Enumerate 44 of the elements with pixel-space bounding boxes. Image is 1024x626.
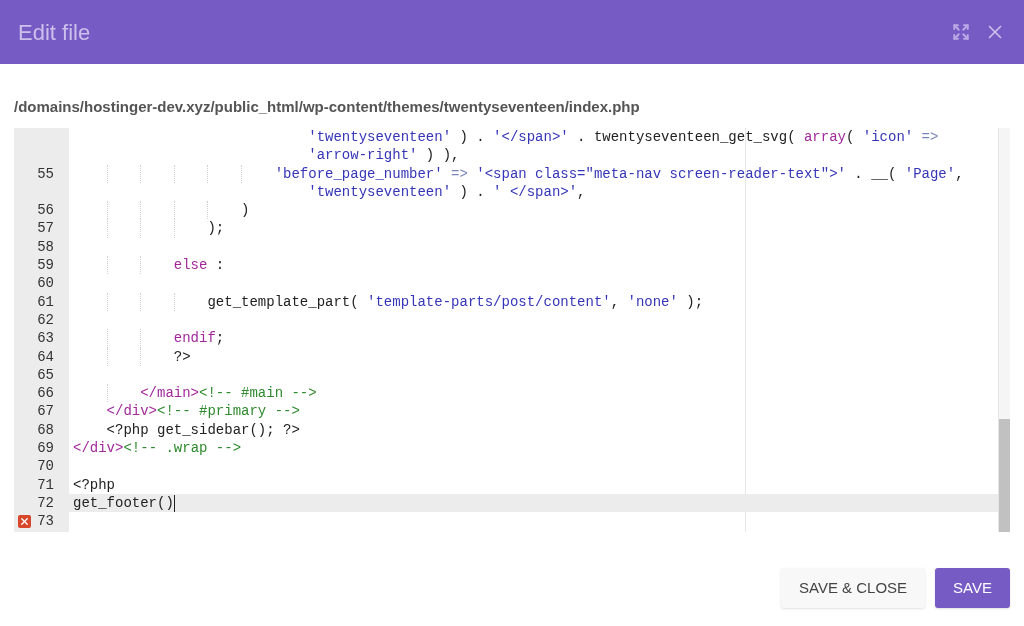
code-text: get_footer()	[73, 494, 174, 511]
line-number: 60	[37, 274, 54, 293]
scrollbar-track[interactable]	[998, 128, 1010, 532]
code-text: else :	[172, 257, 225, 274]
line-number: 66	[37, 384, 54, 403]
code-text: endif;	[172, 330, 225, 347]
scrollbar-thumb[interactable]	[999, 419, 1010, 532]
code-text: 'before_page_number' => '<span class="meta-nav screen-reader-text">' . __( 'Page',	[273, 165, 964, 182]
line-number: 63	[37, 329, 54, 348]
line-number: 67	[37, 402, 54, 421]
code-text: );	[206, 220, 225, 237]
file-path: /domains/hostinger-dev.xyz/public_html/wp-content/themes/twentyseventeen/index.php	[14, 97, 641, 117]
line-number: 68	[37, 420, 54, 440]
line-number: 64	[37, 347, 54, 366]
line-number: 73	[37, 512, 54, 531]
code-text: </div><!-- .wrap -->	[73, 440, 242, 457]
code-text: 'twentyseventeen' ) . ' </span>',	[307, 183, 586, 200]
code-text: )	[240, 202, 250, 219]
line-number: 71	[37, 475, 54, 494]
error-icon	[18, 515, 31, 529]
line-number: 55	[37, 164, 54, 183]
save-and-close-button[interactable]: SAVE & CLOSE	[781, 568, 926, 608]
code-text: <?php	[73, 476, 115, 493]
code-text: </div><!-- #primary -->	[105, 403, 300, 420]
code-text: 'arrow-right' ) ),	[307, 147, 460, 164]
line-number: 58	[37, 237, 54, 257]
line-number: 69	[37, 439, 54, 458]
text-cursor	[173, 494, 175, 512]
code-text: <?php get_sidebar(); ?>	[105, 421, 300, 438]
save-button[interactable]: SAVE	[935, 568, 1010, 608]
line-number: 61	[37, 292, 54, 311]
line-number: 62	[37, 310, 54, 330]
line-number: 72	[37, 493, 54, 513]
code-text: 'twentyseventeen' ) . '</span>' . twentyseventeen_get_svg( array( 'icon' =>	[307, 129, 939, 145]
line-number: 57	[37, 219, 54, 238]
code-text: ?>	[172, 348, 191, 365]
code-text: </main><!-- #main -->	[139, 385, 317, 402]
line-number: 65	[37, 365, 54, 385]
line-number: 70	[37, 457, 54, 476]
code-text: get_template_part( 'template-parts/post/content', 'none' );	[206, 293, 704, 310]
dialog-title: Edit file	[18, 18, 92, 47]
line-number: 59	[37, 256, 54, 275]
expand-icon[interactable]	[952, 23, 970, 41]
line-number: 56	[37, 201, 54, 220]
